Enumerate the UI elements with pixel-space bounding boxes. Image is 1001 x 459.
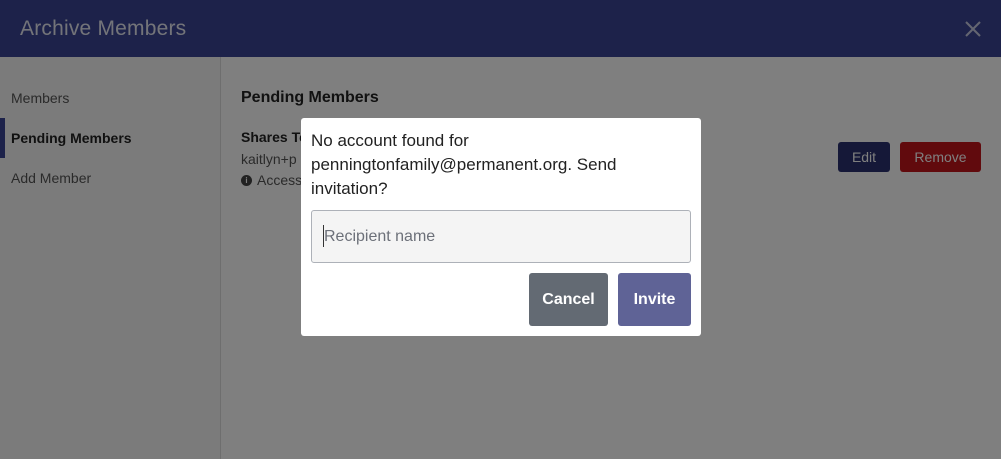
modal-message: No account found for penningtonfamily@pe… xyxy=(311,131,617,198)
invite-button[interactable]: Invite xyxy=(618,273,691,326)
text-caret xyxy=(323,225,324,247)
invite-modal: No account found for penningtonfamily@pe… xyxy=(301,118,701,336)
recipient-name-input[interactable] xyxy=(311,210,691,263)
cancel-button[interactable]: Cancel xyxy=(529,273,608,326)
